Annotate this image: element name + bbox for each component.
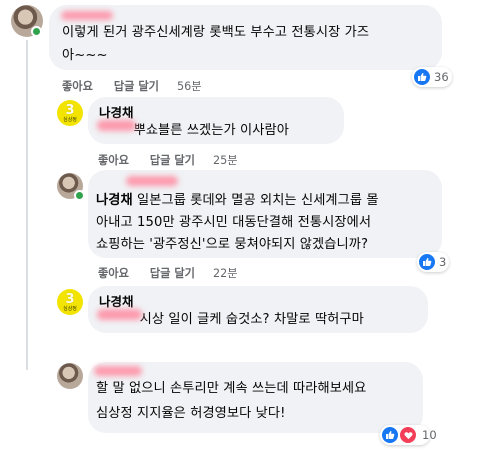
reply-thread-line — [26, 40, 28, 370]
comment-timestamp[interactable]: 56분 — [177, 78, 202, 94]
comment-bubble: 나경채 시상 일이 글케 숩것소? 차말로 딱허구마 — [88, 286, 428, 333]
reply-button[interactable]: 답글 달기 — [150, 152, 195, 168]
reaction-count-number: 36 — [434, 70, 449, 84]
comment-text: 이렇게 된거 광주신세계랑 롯백도 부수고 전통시장 가즈 아~~~ — [62, 25, 370, 63]
comment-bubble: 이렇게 된거 광주신세계랑 롯백도 부수고 전통시장 가즈 아~~~ — [49, 5, 442, 70]
like-reaction-icon — [414, 69, 430, 85]
comment-timestamp[interactable]: 22분 — [213, 265, 238, 281]
redacted-mention — [97, 309, 142, 320]
redacted-name — [61, 11, 113, 20]
like-button[interactable]: 좋아요 — [62, 78, 93, 94]
commenter-avatar[interactable] — [57, 363, 83, 389]
comment-text: 할 말 없으니 손투리만 계속 쓰는데 따라해보세요 심상정 지지율은 허경영보… — [96, 381, 367, 421]
party-logo-avatar[interactable]: 3 심상정 — [57, 100, 83, 126]
reaction-count[interactable]: 36 — [412, 67, 452, 87]
comment-actions: 좋아요 답글 달기 25분 — [98, 152, 238, 168]
reaction-count[interactable]: 3 — [417, 252, 449, 272]
comment-bubble: 할 말 없으니 손투리만 계속 쓰는데 따라해보세요 심상정 지지율은 허경영보… — [88, 362, 423, 433]
comment-author[interactable]: 나경채 — [96, 193, 133, 208]
comment-author[interactable]: 나경채 — [99, 105, 344, 121]
online-status-dot — [31, 26, 42, 37]
like-reaction-icon — [419, 254, 435, 270]
comment-bubble: 나경채 일본그룹 롯데와 멸공 외치는 신세계그룹 몰 아내고 150만 광주시… — [88, 170, 442, 258]
love-reaction-icon — [399, 426, 417, 444]
party-logo-avatar[interactable]: 3 심상정 — [57, 289, 83, 315]
comment-author[interactable]: 나경채 — [99, 294, 428, 310]
like-button[interactable]: 좋아요 — [98, 152, 129, 168]
comment-text: 시상 일이 글케 숩것소? 차말로 딱허구마 — [139, 312, 364, 327]
reply-button[interactable]: 답글 달기 — [114, 78, 159, 94]
reaction-count-number: 3 — [439, 255, 447, 269]
comment-actions: 좋아요 답글 달기 22분 — [98, 265, 238, 281]
redacted-mention — [97, 120, 136, 131]
comment-actions: 좋아요 답글 달기 56분 — [62, 78, 202, 94]
comment-bubble: 나경채 뿌쇼블른 쓰겠는가 이사람아 — [88, 97, 344, 144]
like-button[interactable]: 좋아요 — [98, 265, 129, 281]
reaction-count-number: 10 — [422, 428, 437, 442]
comment-text: 나경채 일본그룹 롯데와 멸공 외치는 신세계그룹 몰 아내고 150만 광주시… — [96, 193, 379, 252]
like-reaction-icon — [382, 427, 398, 443]
reaction-count[interactable]: 10 — [380, 425, 437, 445]
redacted-name — [126, 176, 178, 186]
reply-button[interactable]: 답글 달기 — [150, 265, 195, 281]
redacted-name — [94, 366, 142, 376]
online-status-dot — [74, 190, 85, 201]
comment-timestamp[interactable]: 25분 — [213, 152, 238, 168]
